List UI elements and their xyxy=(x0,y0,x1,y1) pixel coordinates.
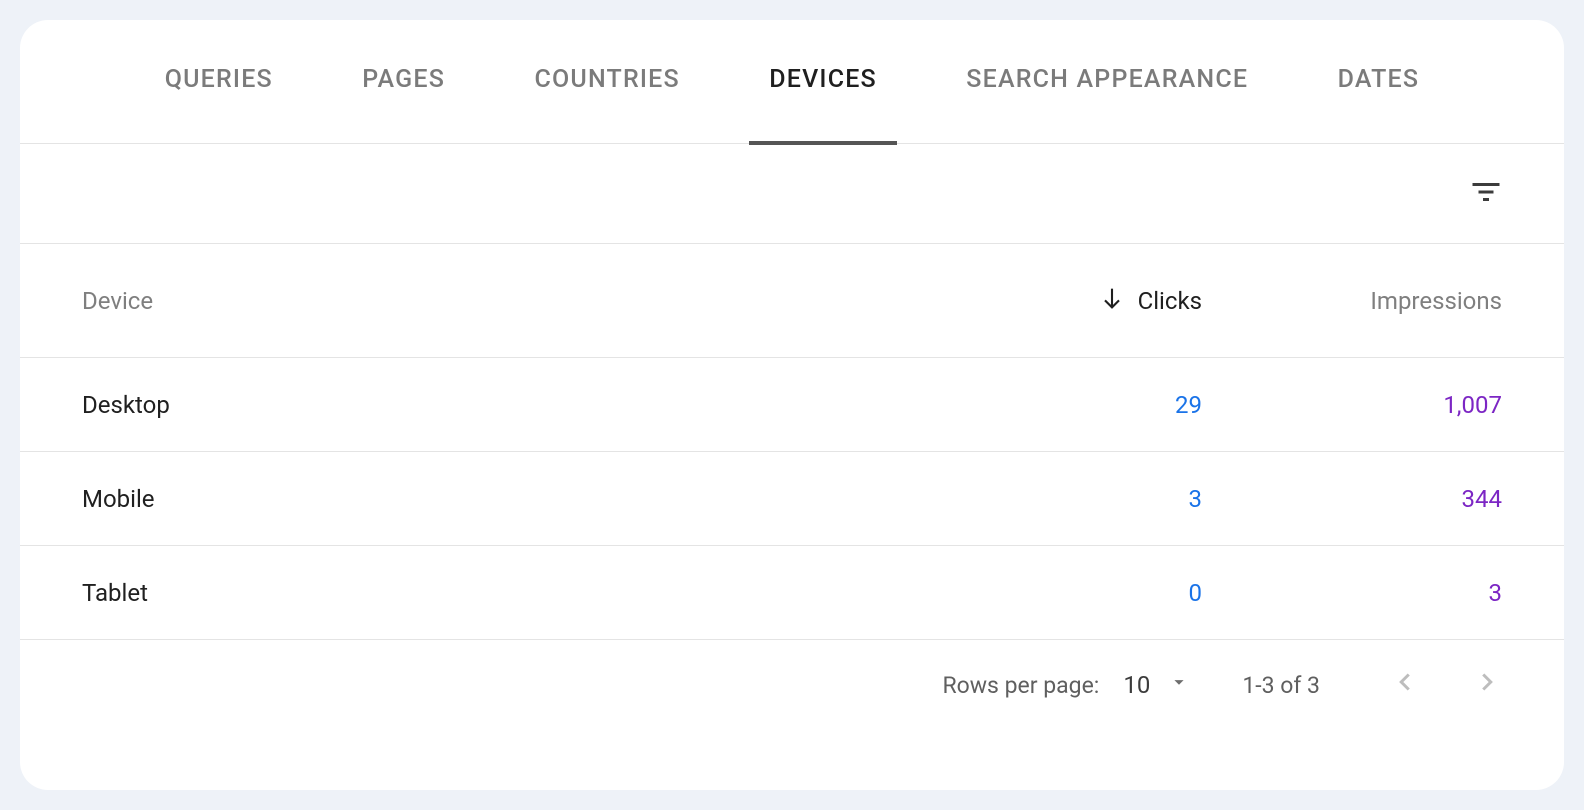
next-page-button[interactable] xyxy=(1472,667,1502,703)
filter-list-icon[interactable] xyxy=(1468,174,1504,214)
pagination-bar: Rows per page: 10 1-3 of 3 xyxy=(20,640,1564,730)
tab-bar: QUERIES PAGES COUNTRIES DEVICES SEARCH A… xyxy=(20,20,1564,144)
table-row[interactable]: Desktop 29 1,007 xyxy=(20,358,1564,452)
cell-device: Desktop xyxy=(82,391,962,419)
cell-clicks: 29 xyxy=(962,391,1202,419)
cell-device: Tablet xyxy=(82,579,962,607)
cell-impressions: 3 xyxy=(1202,579,1502,607)
performance-card: QUERIES PAGES COUNTRIES DEVICES SEARCH A… xyxy=(20,20,1564,790)
arrow-down-icon xyxy=(1098,284,1126,318)
cell-device: Mobile xyxy=(82,485,962,513)
tab-countries[interactable]: COUNTRIES xyxy=(514,20,699,144)
tab-search-appearance[interactable]: SEARCH APPEARANCE xyxy=(946,20,1268,144)
tab-devices[interactable]: DEVICES xyxy=(749,20,897,144)
cell-clicks: 3 xyxy=(962,485,1202,513)
page-range: 1-3 of 3 xyxy=(1232,672,1330,699)
column-header-clicks-label: Clicks xyxy=(1138,287,1202,315)
pagination-nav xyxy=(1390,667,1502,703)
tab-pages[interactable]: PAGES xyxy=(342,20,465,144)
column-header-device[interactable]: Device xyxy=(82,287,962,315)
rows-per-page-value: 10 xyxy=(1123,671,1150,699)
table-row[interactable]: Mobile 3 344 xyxy=(20,452,1564,546)
cell-impressions: 1,007 xyxy=(1202,391,1502,419)
tab-dates[interactable]: DATES xyxy=(1318,20,1440,144)
table-row[interactable]: Tablet 0 3 xyxy=(20,546,1564,640)
cell-clicks: 0 xyxy=(962,579,1202,607)
dropdown-arrow-icon xyxy=(1168,671,1190,699)
filter-bar xyxy=(20,144,1564,244)
prev-page-button[interactable] xyxy=(1390,667,1420,703)
column-header-clicks[interactable]: Clicks xyxy=(962,284,1202,318)
rows-per-page-label: Rows per page: xyxy=(942,672,1099,699)
rows-per-page: Rows per page: 10 xyxy=(942,671,1190,699)
cell-impressions: 344 xyxy=(1202,485,1502,513)
tab-queries[interactable]: QUERIES xyxy=(145,20,293,144)
table-header-row: Device Clicks Impressions xyxy=(20,244,1564,358)
column-header-impressions[interactable]: Impressions xyxy=(1202,287,1502,315)
rows-per-page-select[interactable]: 10 xyxy=(1123,671,1190,699)
